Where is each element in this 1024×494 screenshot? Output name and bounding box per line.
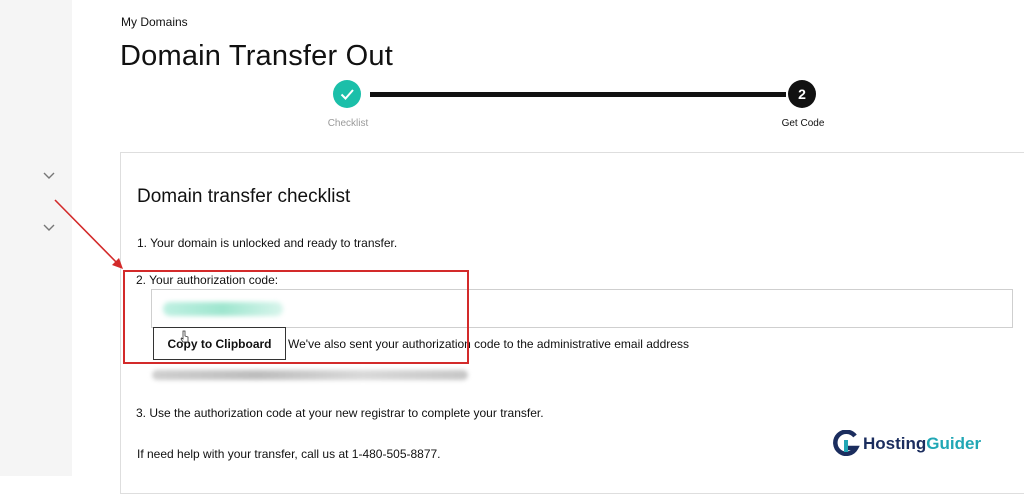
checklist-item-use-code: 3. Use the authorization code at your ne… — [136, 406, 544, 420]
help-text: If need help with your transfer, call us… — [137, 447, 441, 461]
chevron-down-icon[interactable] — [41, 170, 57, 182]
hostingguider-logo-mark — [833, 430, 860, 456]
annotation-arrow — [54, 199, 123, 269]
step-label-checklist: Checklist — [327, 118, 369, 129]
step-get-code-indicator: 2 — [788, 80, 816, 108]
checklist-item-unlocked: 1. Your domain is unlocked and ready to … — [137, 236, 398, 250]
logo-text-hosting: Hosting — [863, 434, 927, 453]
logo-text-guider: Guider — [926, 434, 982, 453]
breadcrumb[interactable]: My Domains — [121, 15, 188, 29]
check-icon — [340, 89, 354, 100]
stepper-progress-line — [370, 92, 786, 97]
highlight-box — [123, 270, 469, 364]
page-title: Domain Transfer Out — [120, 40, 393, 72]
step-label-get-code: Get Code — [781, 118, 825, 129]
mouse-pointer-icon — [180, 330, 189, 343]
checklist-title: Domain transfer checklist — [137, 186, 351, 207]
step-checklist-indicator — [333, 80, 361, 108]
admin-email-redacted — [152, 370, 468, 380]
